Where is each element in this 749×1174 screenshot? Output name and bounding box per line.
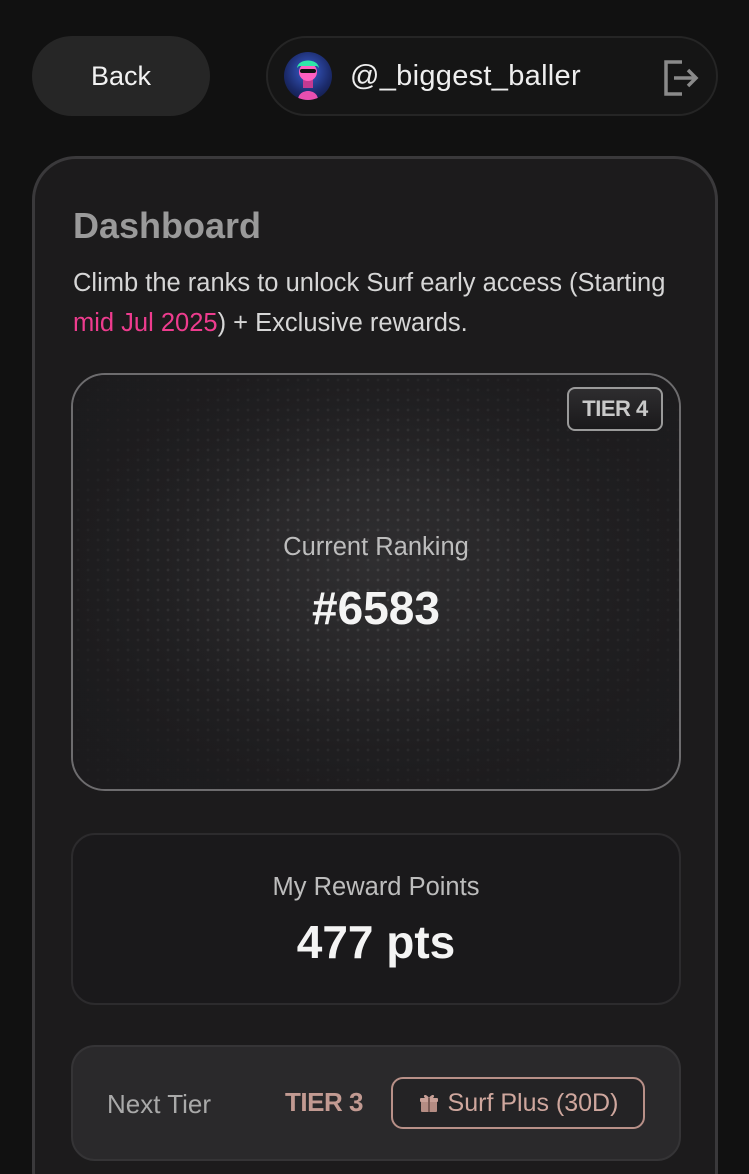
back-button[interactable]: Back — [32, 36, 210, 116]
dashboard-card: Dashboard Climb the ranks to unlock Surf… — [32, 156, 718, 1174]
subtitle-suffix: ) + Exclusive rewards. — [217, 309, 468, 337]
reward-label: Surf Plus (30D) — [447, 1088, 619, 1117]
reward-points-card: My Reward Points 477 pts — [71, 833, 681, 1005]
reward-points-value: 477 pts — [296, 916, 456, 968]
next-tier-card: Next Tier TIER 3 Surf Plus (30D) — [71, 1045, 681, 1161]
dashboard-subtitle: Climb the ranks to unlock Surf early acc… — [73, 263, 693, 343]
launch-date-highlight: mid Jul 2025 — [73, 309, 218, 337]
username: @_biggest_baller — [350, 59, 581, 92]
reward-pill[interactable]: Surf Plus (30D) — [391, 1077, 645, 1129]
gift-icon — [419, 1094, 438, 1112]
ranking-value: #6583 — [312, 582, 440, 634]
subtitle-prefix: Climb the ranks to unlock Surf early acc… — [73, 269, 666, 297]
reward-points-label: My Reward Points — [272, 873, 480, 901]
page: Back @_biggest_baller Dashboard Climb th… — [0, 0, 749, 1174]
tier-badge: TIER 4 — [567, 387, 663, 431]
logout-icon[interactable] — [660, 58, 700, 98]
ranking-card: TIER 4 Current Ranking #6583 — [71, 373, 681, 791]
page-title: Dashboard — [73, 205, 262, 246]
user-account-pill: @_biggest_baller — [266, 36, 718, 116]
next-tier-label: Next Tier — [107, 1089, 212, 1119]
avatar[interactable] — [284, 52, 332, 100]
next-tier-name: TIER 3 — [285, 1087, 363, 1117]
ranking-label: Current Ranking — [283, 533, 469, 561]
